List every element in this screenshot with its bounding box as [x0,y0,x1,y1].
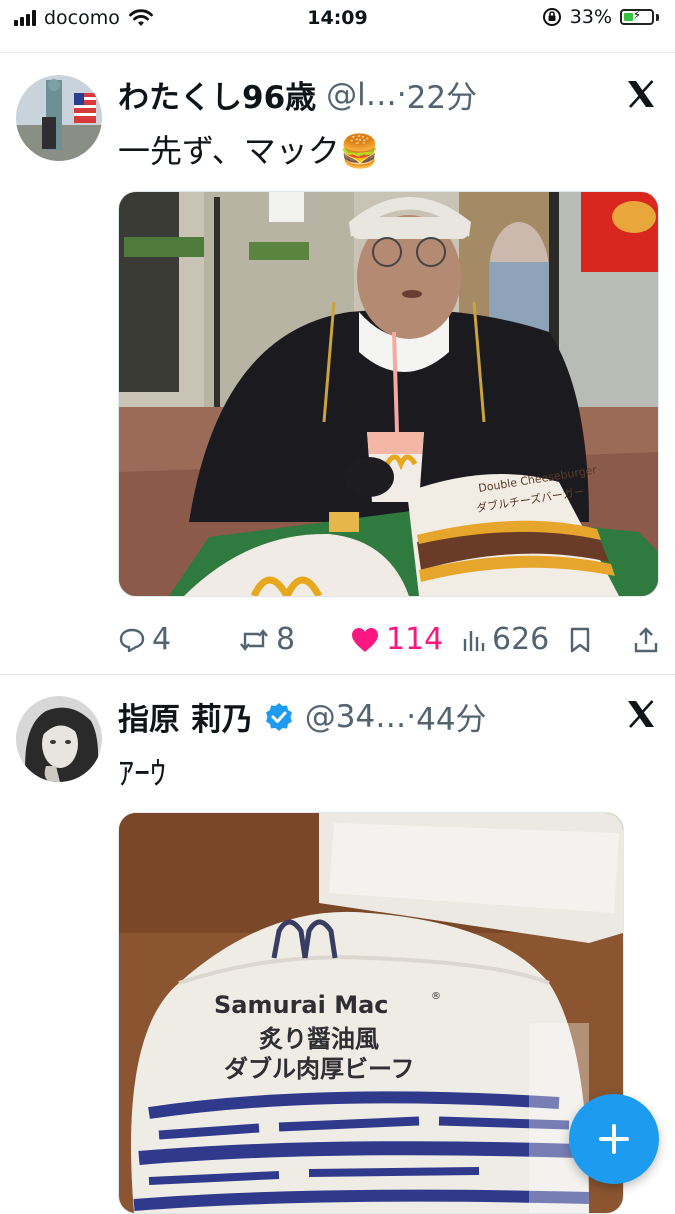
author-name[interactable]: 指原 莉乃 [118,694,253,739]
registered-mark: ® [431,991,441,1002]
timestamp[interactable]: 22分 [407,72,477,117]
separator-dot: · [396,76,407,113]
tweet-text: 一先ず、マック🍔 [118,132,380,170]
views-icon [463,630,485,651]
bookmark-icon[interactable] [568,626,592,654]
author-name[interactable]: わたくし96歳 [118,72,316,117]
battery-charging-icon: ⚡ [620,8,654,25]
like-count: 114 [386,622,444,657]
top-divider [0,52,675,53]
reply-count: 4 [152,622,172,657]
plus-icon [599,1124,629,1154]
battery-percent: 33% [569,6,612,28]
views-button[interactable]: 626 [462,622,568,657]
timestamp[interactable]: 44分 [416,694,486,739]
tweet-header: 指原 莉乃 @34… · 44分 [118,694,605,739]
product-name-line2: ダブル肉厚ビーフ [224,1055,415,1083]
retweet-count: 8 [276,622,296,657]
views-count: 626 [492,622,550,657]
separator-dot: · [406,698,417,735]
product-brand-text: Samurai Mac [214,991,389,1019]
bolt-icon: ⚡ [632,8,642,22]
author-handle[interactable]: @l… [326,77,397,113]
status-bar: docomo 14:09 33% ⚡ [0,0,675,38]
tweet-actions: 4 8 114 626 [118,622,659,657]
tweet-photo[interactable]: Samurai Mac ® 炙り醤油風 ダブル肉厚ビーフ [118,812,624,1214]
avatar[interactable] [16,75,102,161]
tweet-divider [0,674,675,675]
x-logo-icon [628,80,654,108]
tweet-text: ｱｰｳ [118,754,167,792]
reply-button[interactable]: 4 [118,622,238,657]
verified-badge-icon [265,702,292,731]
author-handle[interactable]: @34… [305,699,406,735]
tweet-photo[interactable]: Double Cheeseburger ダブルチーズバーガー [118,191,659,597]
x-logo-icon [628,700,654,728]
status-right: 33% ⚡ [542,6,659,28]
retweet-button[interactable]: 8 [238,622,350,657]
retweet-icon [240,628,268,651]
battery-cap [656,13,659,21]
orientation-lock-icon [542,8,561,26]
heart-filled-icon [352,627,378,652]
reply-icon [119,628,145,652]
tweet-header: わたくし96歳 @l… · 22分 [118,72,605,117]
product-name-line1: 炙り醤油風 [259,1025,379,1053]
compose-button[interactable] [569,1094,659,1184]
like-button[interactable]: 114 [350,622,462,657]
share-icon[interactable] [633,626,659,654]
avatar[interactable] [16,696,102,782]
